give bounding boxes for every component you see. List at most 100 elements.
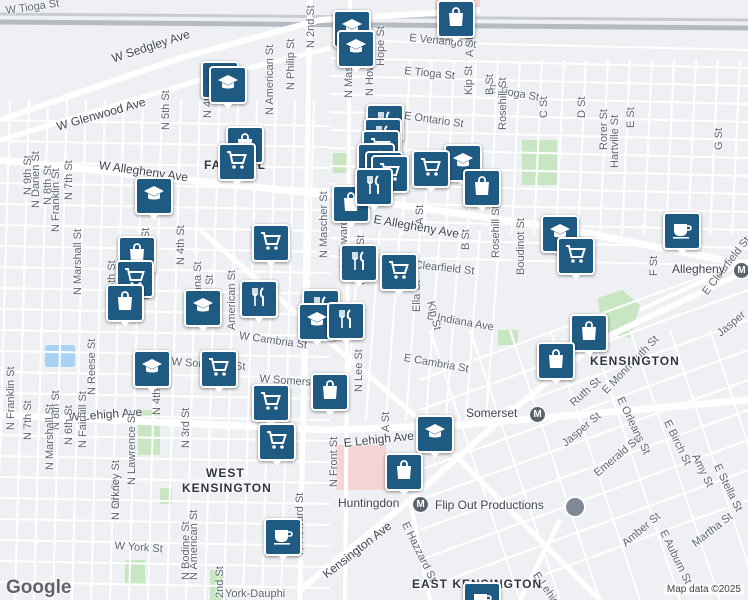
street-label-n-2nd-2: 2nd St xyxy=(214,566,226,598)
street-label-n-marshall-2: N Marshall St xyxy=(44,403,56,470)
restaurant-pin[interactable] xyxy=(240,280,278,323)
street-label-n-darien: N Darien St xyxy=(30,151,42,208)
restaurant-pin[interactable] xyxy=(355,168,393,211)
shopping-bag-pin[interactable] xyxy=(106,284,144,327)
street-label-n-franklin-2: N Franklin St xyxy=(5,366,17,430)
shopping-cart-pin[interactable] xyxy=(252,384,290,427)
shopping-cart-pin[interactable] xyxy=(557,237,595,280)
school-icon xyxy=(344,35,368,64)
park xyxy=(333,153,347,173)
street-label-hartville: Hartville St xyxy=(609,114,621,168)
shopping-bag-pin[interactable] xyxy=(437,0,475,43)
street-label-n-7th-2: N 7th St xyxy=(22,400,34,440)
shopping-cart-icon xyxy=(259,229,283,258)
place-marker-icon[interactable] xyxy=(564,496,586,518)
street-label-b-st-2: B St xyxy=(460,229,472,250)
street-label-d-st: D St xyxy=(576,96,588,118)
street-label-f-st: F St xyxy=(648,255,660,276)
school-pin[interactable] xyxy=(337,30,375,73)
school-pin[interactable] xyxy=(416,415,454,458)
coffee-icon xyxy=(470,587,494,600)
street xyxy=(0,476,331,484)
shopping-cart-icon xyxy=(387,258,411,287)
street-label-n-american-2: American St xyxy=(226,270,238,330)
street-label-n-fairhill: N Fairhill St xyxy=(77,391,89,448)
street xyxy=(419,469,748,591)
place-label-flip-out[interactable]: Flip Out Productions xyxy=(435,498,544,512)
school-icon xyxy=(216,71,240,100)
metro-station-icon[interactable]: M xyxy=(733,262,748,279)
street-label-rosehill-1: Rosehill St xyxy=(490,205,502,258)
street-label-e-st: E St xyxy=(625,107,637,128)
shopping-bag-pin[interactable] xyxy=(537,342,575,385)
street-label-b-st-1: B St xyxy=(484,74,496,95)
restaurant-pin[interactable] xyxy=(340,244,378,287)
street-label-n-lawrence-2: N Lawrence St xyxy=(126,412,138,485)
shopping-bag-pin[interactable] xyxy=(463,169,501,212)
station-label-allegheny: Allegheny xyxy=(672,262,725,276)
shopping-cart-pin[interactable] xyxy=(258,423,296,466)
street-label-n-franklin-1: N Franklin St xyxy=(50,168,62,232)
park xyxy=(522,140,557,185)
street xyxy=(0,287,331,295)
street-label-n-6th-2: N 6th St xyxy=(63,405,75,445)
restaurant-pin[interactable] xyxy=(327,302,365,345)
street-label-boudinot: Boudinot St xyxy=(515,218,527,275)
street-label-n-2nd-1: N 2nd St xyxy=(305,5,317,48)
shopping-bag-pin[interactable] xyxy=(570,314,608,357)
school-pin[interactable] xyxy=(184,289,222,332)
area-label-west-kensington-2: KENSINGTON xyxy=(182,481,272,495)
shopping-cart-pin[interactable] xyxy=(218,143,256,186)
shopping-bag-pin[interactable] xyxy=(385,453,423,496)
shopping-cart-pin[interactable] xyxy=(412,150,450,193)
school-icon xyxy=(305,308,329,337)
school-icon xyxy=(423,420,447,449)
metro-station-icon[interactable]: M xyxy=(529,406,546,423)
restaurant-icon xyxy=(347,249,371,278)
street xyxy=(0,308,331,316)
school-pin[interactable] xyxy=(209,66,247,109)
street-label-kip-1: Kip St xyxy=(463,65,475,95)
coffee-pin[interactable] xyxy=(264,518,302,561)
coffee-icon xyxy=(670,217,694,246)
rail-line xyxy=(0,19,748,31)
street xyxy=(665,59,675,236)
street-label-c-st: C St xyxy=(538,96,550,118)
map-canvas[interactable]: W Tioga St W Sedgley Ave W Glenwood Ave W A… xyxy=(0,0,748,600)
google-logo: Google xyxy=(6,577,72,598)
coffee-pin[interactable] xyxy=(463,582,501,600)
shopping-bag-icon xyxy=(544,347,568,376)
shopping-bag-icon xyxy=(318,378,342,407)
shopping-cart-icon xyxy=(419,155,443,184)
street-label-n-3rd-2: N 3rd St xyxy=(180,407,192,448)
street-label-n-4th-2: N 4th St xyxy=(175,225,187,265)
street-label-hope: Hope St xyxy=(375,26,387,66)
street xyxy=(329,57,748,69)
shopping-bag-pin[interactable] xyxy=(311,373,349,416)
shopping-bag-icon xyxy=(392,458,416,487)
street-label-n-lee: N Lee St xyxy=(353,349,365,392)
street-label-n-7th-1: N 7th St xyxy=(63,160,75,200)
shopping-cart-pin[interactable] xyxy=(380,253,418,296)
shopping-cart-pin[interactable] xyxy=(200,350,238,393)
coffee-pin[interactable] xyxy=(663,212,701,255)
street-label-rosehill-2: Rosehill St xyxy=(497,77,509,130)
metro-station-icon[interactable]: M xyxy=(412,496,429,513)
school-icon xyxy=(191,294,215,323)
street xyxy=(329,39,748,51)
street xyxy=(0,140,331,148)
street-label-n-marshall-1: N Marshall St xyxy=(72,228,84,295)
street-label-a-st-2: A St xyxy=(414,204,426,225)
school-pin[interactable] xyxy=(135,177,173,220)
shopping-cart-icon xyxy=(564,242,588,271)
coffee-icon xyxy=(271,523,295,552)
shopping-bag-icon xyxy=(444,5,468,34)
shopping-cart-pin[interactable] xyxy=(252,224,290,267)
street xyxy=(0,266,331,274)
street-label-n-mascher-2: N Mascher St xyxy=(318,191,330,258)
street-label-n-front-2: N Front St xyxy=(328,436,340,487)
station-label-somerset: Somerset xyxy=(466,406,518,420)
street-label-n-american-1: N American St xyxy=(264,44,276,115)
school-pin[interactable] xyxy=(133,350,171,393)
street-label-a-st-3: A St xyxy=(380,411,392,432)
